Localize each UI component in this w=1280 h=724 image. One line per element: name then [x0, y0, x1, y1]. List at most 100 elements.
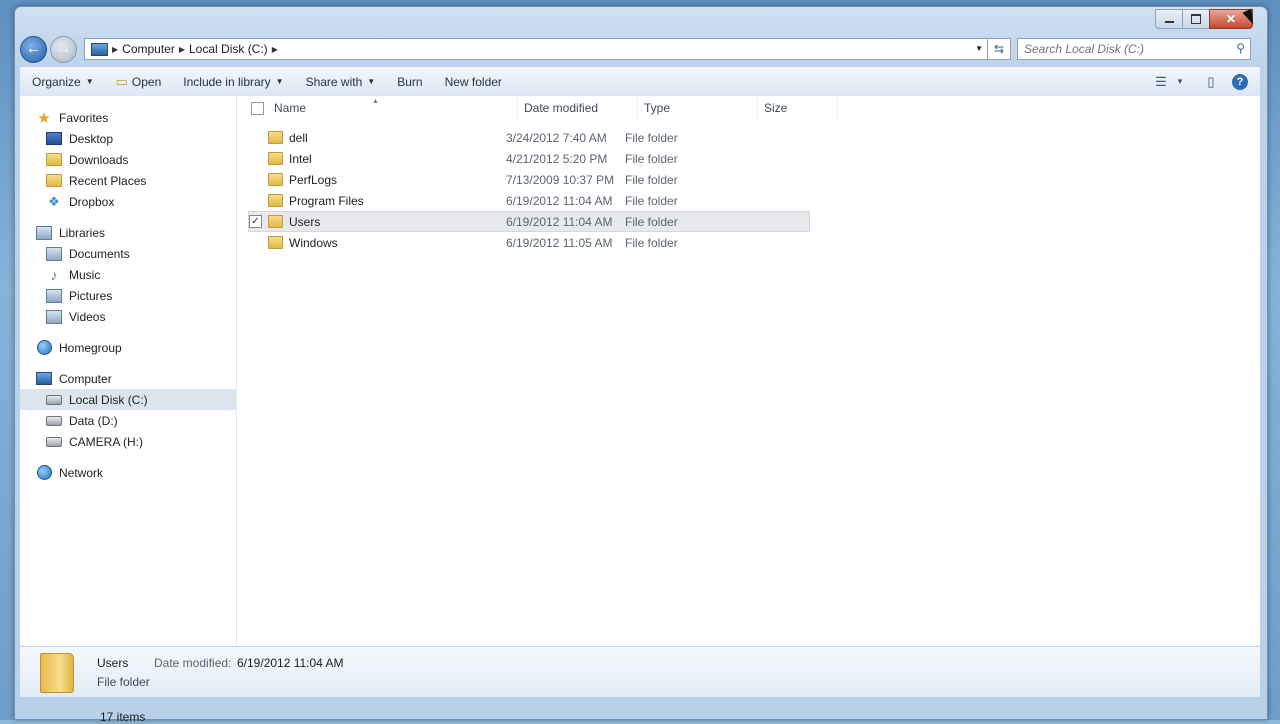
row-checkbox[interactable] — [249, 194, 262, 207]
close-icon: ✕ — [1225, 12, 1237, 26]
network-label: Network — [59, 465, 104, 480]
nav-network[interactable]: Network — [20, 462, 236, 483]
nav-homegroup[interactable]: Homegroup — [20, 337, 236, 358]
sidebar-item-dropbox[interactable]: ❖ Dropbox — [20, 191, 236, 212]
chevron-down-icon: ▼ — [85, 77, 94, 86]
sidebar-item-pictures[interactable]: Pictures — [20, 285, 236, 306]
file-name: Windows — [289, 235, 338, 250]
address-bar[interactable]: ▶ Computer ▶ Local Disk (C:) ▶ ▼ — [84, 38, 988, 60]
sidebar-item-label: Desktop — [69, 131, 114, 146]
sidebar-item-desktop[interactable]: Desktop — [20, 128, 236, 149]
drive-icon — [46, 415, 62, 426]
row-checkbox[interactable] — [249, 236, 262, 249]
select-all-checkbox[interactable] — [251, 101, 264, 115]
details-item-name: Users — [97, 656, 129, 670]
details-item-type: File folder — [97, 675, 150, 689]
refresh-button[interactable]: ⇆ — [988, 38, 1011, 60]
sidebar-item-local-disk-c[interactable]: Local Disk (C:) — [20, 389, 236, 410]
file-row[interactable]: Windows 6/19/2012 11:05 AM File folder — [249, 232, 809, 253]
folder-icon — [268, 173, 283, 186]
sidebar-item-music[interactable]: ♪ Music — [20, 264, 236, 285]
row-checkbox[interactable] — [249, 173, 262, 186]
minimize-button[interactable] — [1155, 9, 1183, 29]
nav-computer[interactable]: Computer — [20, 368, 236, 389]
preview-pane-icon[interactable]: ▯ — [1198, 74, 1224, 90]
breadcrumb-computer[interactable]: Computer — [122, 42, 175, 56]
network-group: Network — [20, 462, 236, 483]
file-type: File folder — [625, 193, 678, 208]
file-name: dell — [289, 130, 308, 145]
search-icon[interactable]: ⚲ — [1236, 41, 1245, 55]
nav-libraries[interactable]: Libraries — [20, 222, 236, 243]
open-label: Open — [131, 74, 162, 89]
sidebar-item-label: Documents — [69, 246, 130, 261]
burn-button[interactable]: Burn — [386, 67, 433, 96]
favorites-label: Favorites — [59, 110, 109, 125]
sidebar-item-label: Dropbox — [69, 194, 115, 209]
file-row[interactable]: PerfLogs 7/13/2009 10:37 PM File folder — [249, 169, 809, 190]
sidebar-item-data-d[interactable]: Data (D:) — [20, 410, 236, 431]
file-name: PerfLogs — [289, 172, 338, 187]
details-pane: Users File folder Date modified: 6/19/20… — [20, 646, 1260, 697]
file-row[interactable]: dell 3/24/2012 7:40 AM File folder — [249, 127, 809, 148]
nav-favorites[interactable]: ★ Favorites — [20, 107, 236, 128]
file-type: File folder — [625, 130, 678, 145]
file-row[interactable]: Program Files 6/19/2012 11:04 AM File fo… — [249, 190, 809, 211]
folder-icon — [268, 152, 283, 165]
organize-menu[interactable]: Organize ▼ — [20, 67, 105, 96]
file-name: Intel — [289, 151, 312, 166]
sidebar-item-videos[interactable]: Videos — [20, 306, 236, 327]
homegroup-group: Homegroup — [20, 337, 236, 358]
sidebar-item-downloads[interactable]: Downloads — [20, 149, 236, 170]
sidebar-item-label: Recent Places — [69, 173, 147, 188]
file-row[interactable]: Intel 4/21/2012 5:20 PM File folder — [249, 148, 809, 169]
folder-icon — [268, 131, 283, 144]
column-type[interactable]: Type — [637, 96, 757, 120]
view-options-icon[interactable]: ☰ — [1148, 74, 1174, 90]
file-date: 6/19/2012 11:04 AM — [506, 193, 613, 208]
refresh-icon: ⇆ — [993, 42, 1005, 56]
help-icon[interactable]: ? — [1232, 73, 1248, 90]
column-name[interactable]: Name — [274, 96, 517, 120]
include-in-library-menu[interactable]: Include in library ▼ — [172, 67, 294, 96]
view-dropdown-icon[interactable]: ▼ — [1174, 77, 1186, 86]
caption-buttons: ✕ — [1155, 9, 1253, 29]
breadcrumb-local-disk[interactable]: Local Disk (C:) — [189, 42, 268, 56]
downloads-folder-icon — [46, 153, 62, 166]
file-row-selected[interactable]: ✓ Users 6/19/2012 11:04 AM File folder — [248, 211, 810, 232]
share-with-menu[interactable]: Share with ▼ — [295, 67, 387, 96]
search-box[interactable]: ⚲ — [1017, 38, 1251, 60]
computer-label: Computer — [59, 371, 112, 386]
column-size-label: Size — [764, 101, 788, 115]
breadcrumb-separator-icon: ▶ — [178, 44, 185, 54]
maximize-button[interactable] — [1182, 9, 1210, 29]
removable-drive-icon — [46, 436, 62, 447]
file-list: dell 3/24/2012 7:40 AM File folder Intel… — [237, 127, 1260, 253]
sidebar-item-documents[interactable]: Documents — [20, 243, 236, 264]
address-dropdown-icon[interactable]: ▼ — [975, 44, 983, 53]
folder-icon — [268, 236, 283, 249]
column-size[interactable]: Size — [757, 96, 837, 120]
column-date-label: Date modified — [524, 101, 599, 115]
sidebar-item-label: Videos — [69, 309, 106, 324]
forward-button[interactable]: → — [50, 35, 77, 63]
file-type: File folder — [625, 151, 678, 166]
sidebar-item-recent-places[interactable]: Recent Places — [20, 170, 236, 191]
sidebar-item-camera-h[interactable]: CAMERA (H:) — [20, 431, 236, 452]
back-arrow-icon: ← — [25, 40, 42, 57]
new-folder-button[interactable]: New folder — [434, 67, 513, 96]
row-checkbox[interactable] — [249, 152, 262, 165]
sidebar-item-label: CAMERA (H:) — [69, 434, 144, 449]
chevron-down-icon: ▼ — [275, 77, 284, 86]
back-button[interactable]: ← — [20, 35, 47, 63]
organize-label: Organize — [32, 74, 81, 89]
row-checkbox[interactable] — [249, 131, 262, 144]
column-date-modified[interactable]: Date modified — [517, 96, 637, 120]
sidebar-item-label: Data (D:) — [69, 413, 118, 428]
row-checkbox-checked[interactable]: ✓ — [249, 215, 262, 228]
search-input[interactable] — [1018, 41, 1226, 57]
open-button[interactable]: ▭ Open — [105, 67, 173, 96]
file-date: 6/19/2012 11:04 AM — [506, 214, 613, 229]
file-date: 3/24/2012 7:40 AM — [506, 130, 607, 145]
column-header-row: ▲ Name Date modified Type Size — [237, 96, 1260, 120]
